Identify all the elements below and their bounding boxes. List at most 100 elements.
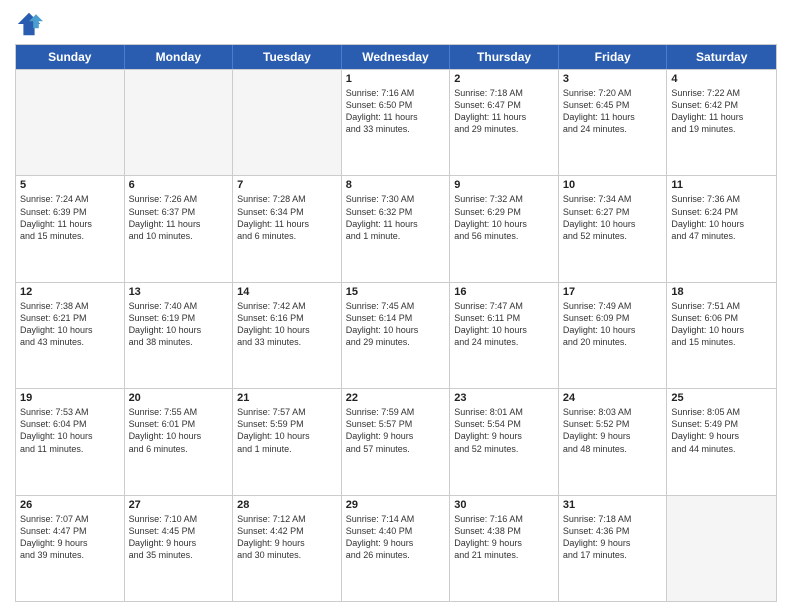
day-number: 21: [237, 392, 337, 404]
day-info: Sunrise: 7:57 AM Sunset: 5:59 PM Dayligh…: [237, 406, 337, 455]
day-info: Sunrise: 7:47 AM Sunset: 6:11 PM Dayligh…: [454, 300, 554, 349]
calendar-day-19: 19Sunrise: 7:53 AM Sunset: 6:04 PM Dayli…: [16, 389, 125, 494]
page: SundayMondayTuesdayWednesdayThursdayFrid…: [0, 0, 792, 612]
day-info: Sunrise: 7:26 AM Sunset: 6:37 PM Dayligh…: [129, 193, 229, 242]
day-info: Sunrise: 7:12 AM Sunset: 4:42 PM Dayligh…: [237, 513, 337, 562]
day-info: Sunrise: 8:03 AM Sunset: 5:52 PM Dayligh…: [563, 406, 663, 455]
day-number: 13: [129, 286, 229, 298]
day-info: Sunrise: 7:24 AM Sunset: 6:39 PM Dayligh…: [20, 193, 120, 242]
day-info: Sunrise: 7:18 AM Sunset: 6:47 PM Dayligh…: [454, 87, 554, 136]
calendar-day-12: 12Sunrise: 7:38 AM Sunset: 6:21 PM Dayli…: [16, 283, 125, 388]
calendar-empty-cell: [667, 496, 776, 601]
calendar-row-2: 12Sunrise: 7:38 AM Sunset: 6:21 PM Dayli…: [16, 282, 776, 388]
calendar-row-4: 26 Sunrise: 7:07 AM Sunset: 4:47 PM Dayli…: [16, 495, 776, 601]
calendar-body: 1 Sunrise: 7:16 AM Sunset: 6:50 PM Daylig…: [16, 69, 776, 601]
header-day-friday: Friday: [559, 45, 668, 69]
day-number: 18: [671, 286, 772, 298]
calendar-day-30: 30 Sunrise: 7:16 AM Sunset: 4:38 PM Dayli…: [450, 496, 559, 601]
day-number: 29: [346, 499, 446, 511]
header-day-tuesday: Tuesday: [233, 45, 342, 69]
calendar-day-1: 1 Sunrise: 7:16 AM Sunset: 6:50 PM Daylig…: [342, 70, 451, 175]
calendar-day-24: 24 Sunrise: 8:03 AM Sunset: 5:52 PM Dayli…: [559, 389, 668, 494]
day-number: 3: [563, 73, 663, 85]
day-number: 31: [563, 499, 663, 511]
calendar-day-14: 14 Sunrise: 7:42 AM Sunset: 6:16 PM Dayli…: [233, 283, 342, 388]
header-day-thursday: Thursday: [450, 45, 559, 69]
day-number: 19: [20, 392, 120, 404]
calendar-row-1: 5 Sunrise: 7:24 AM Sunset: 6:39 PM Daylig…: [16, 175, 776, 281]
day-info: Sunrise: 7:32 AM Sunset: 6:29 PM Dayligh…: [454, 193, 554, 242]
calendar-row-3: 19Sunrise: 7:53 AM Sunset: 6:04 PM Dayli…: [16, 388, 776, 494]
calendar-day-5: 5 Sunrise: 7:24 AM Sunset: 6:39 PM Daylig…: [16, 176, 125, 281]
calendar-header: SundayMondayTuesdayWednesdayThursdayFrid…: [16, 45, 776, 69]
calendar-day-23: 23Sunrise: 8:01 AM Sunset: 5:54 PM Dayli…: [450, 389, 559, 494]
day-info: Sunrise: 7:30 AM Sunset: 6:32 PM Dayligh…: [346, 193, 446, 242]
day-info: Sunrise: 7:38 AM Sunset: 6:21 PM Dayligh…: [20, 300, 120, 349]
day-info: Sunrise: 7:59 AM Sunset: 5:57 PM Dayligh…: [346, 406, 446, 455]
header: [15, 10, 777, 38]
day-number: 7: [237, 179, 337, 191]
logo-icon: [15, 10, 43, 38]
calendar-row-0: 1 Sunrise: 7:16 AM Sunset: 6:50 PM Daylig…: [16, 69, 776, 175]
calendar: SundayMondayTuesdayWednesdayThursdayFrid…: [15, 44, 777, 602]
day-number: 22: [346, 392, 446, 404]
calendar-day-10: 10Sunrise: 7:34 AM Sunset: 6:27 PM Dayli…: [559, 176, 668, 281]
calendar-day-21: 21 Sunrise: 7:57 AM Sunset: 5:59 PM Dayli…: [233, 389, 342, 494]
day-number: 9: [454, 179, 554, 191]
calendar-day-3: 3 Sunrise: 7:20 AM Sunset: 6:45 PM Daylig…: [559, 70, 668, 175]
day-info: Sunrise: 7:16 AM Sunset: 6:50 PM Dayligh…: [346, 87, 446, 136]
header-day-monday: Monday: [125, 45, 234, 69]
day-number: 27: [129, 499, 229, 511]
calendar-empty-cell: [125, 70, 234, 175]
day-info: Sunrise: 8:01 AM Sunset: 5:54 PM Dayligh…: [454, 406, 554, 455]
day-number: 6: [129, 179, 229, 191]
calendar-day-2: 2Sunrise: 7:18 AM Sunset: 6:47 PM Daylig…: [450, 70, 559, 175]
day-number: 8: [346, 179, 446, 191]
calendar-day-6: 6 Sunrise: 7:26 AM Sunset: 6:37 PM Daylig…: [125, 176, 234, 281]
header-day-wednesday: Wednesday: [342, 45, 451, 69]
day-info: Sunrise: 7:51 AM Sunset: 6:06 PM Dayligh…: [671, 300, 772, 349]
day-number: 11: [671, 179, 772, 191]
day-info: Sunrise: 7:14 AM Sunset: 4:40 PM Dayligh…: [346, 513, 446, 562]
calendar-day-7: 7Sunrise: 7:28 AM Sunset: 6:34 PM Daylig…: [233, 176, 342, 281]
day-info: Sunrise: 7:20 AM Sunset: 6:45 PM Dayligh…: [563, 87, 663, 136]
day-number: 14: [237, 286, 337, 298]
calendar-empty-cell: [16, 70, 125, 175]
calendar-day-31: 31Sunrise: 7:18 AM Sunset: 4:36 PM Dayli…: [559, 496, 668, 601]
day-number: 24: [563, 392, 663, 404]
day-info: Sunrise: 7:42 AM Sunset: 6:16 PM Dayligh…: [237, 300, 337, 349]
calendar-day-9: 9 Sunrise: 7:32 AM Sunset: 6:29 PM Daylig…: [450, 176, 559, 281]
day-info: Sunrise: 8:05 AM Sunset: 5:49 PM Dayligh…: [671, 406, 772, 455]
day-info: Sunrise: 7:10 AM Sunset: 4:45 PM Dayligh…: [129, 513, 229, 562]
day-info: Sunrise: 7:07 AM Sunset: 4:47 PM Dayligh…: [20, 513, 120, 562]
day-number: 30: [454, 499, 554, 511]
day-info: Sunrise: 7:45 AM Sunset: 6:14 PM Dayligh…: [346, 300, 446, 349]
calendar-day-20: 20Sunrise: 7:55 AM Sunset: 6:01 PM Dayli…: [125, 389, 234, 494]
day-number: 25: [671, 392, 772, 404]
calendar-day-13: 13 Sunrise: 7:40 AM Sunset: 6:19 PM Dayli…: [125, 283, 234, 388]
day-number: 16: [454, 286, 554, 298]
header-day-sunday: Sunday: [16, 45, 125, 69]
calendar-day-18: 18 Sunrise: 7:51 AM Sunset: 6:06 PM Dayli…: [667, 283, 776, 388]
header-day-saturday: Saturday: [667, 45, 776, 69]
calendar-day-28: 28Sunrise: 7:12 AM Sunset: 4:42 PM Dayli…: [233, 496, 342, 601]
calendar-day-15: 15 Sunrise: 7:45 AM Sunset: 6:14 PM Dayli…: [342, 283, 451, 388]
day-info: Sunrise: 7:40 AM Sunset: 6:19 PM Dayligh…: [129, 300, 229, 349]
day-number: 5: [20, 179, 120, 191]
calendar-empty-cell: [233, 70, 342, 175]
day-number: 1: [346, 73, 446, 85]
day-number: 15: [346, 286, 446, 298]
day-number: 26: [20, 499, 120, 511]
day-number: 17: [563, 286, 663, 298]
calendar-day-22: 22 Sunrise: 7:59 AM Sunset: 5:57 PM Dayli…: [342, 389, 451, 494]
calendar-day-16: 16 Sunrise: 7:47 AM Sunset: 6:11 PM Dayli…: [450, 283, 559, 388]
calendar-day-17: 17Sunrise: 7:49 AM Sunset: 6:09 PM Dayli…: [559, 283, 668, 388]
logo: [15, 10, 47, 38]
calendar-day-25: 25 Sunrise: 8:05 AM Sunset: 5:49 PM Dayli…: [667, 389, 776, 494]
calendar-day-29: 29 Sunrise: 7:14 AM Sunset: 4:40 PM Dayli…: [342, 496, 451, 601]
calendar-day-26: 26 Sunrise: 7:07 AM Sunset: 4:47 PM Dayli…: [16, 496, 125, 601]
day-number: 4: [671, 73, 772, 85]
day-info: Sunrise: 7:55 AM Sunset: 6:01 PM Dayligh…: [129, 406, 229, 455]
day-info: Sunrise: 7:22 AM Sunset: 6:42 PM Dayligh…: [671, 87, 772, 136]
day-info: Sunrise: 7:16 AM Sunset: 4:38 PM Dayligh…: [454, 513, 554, 562]
